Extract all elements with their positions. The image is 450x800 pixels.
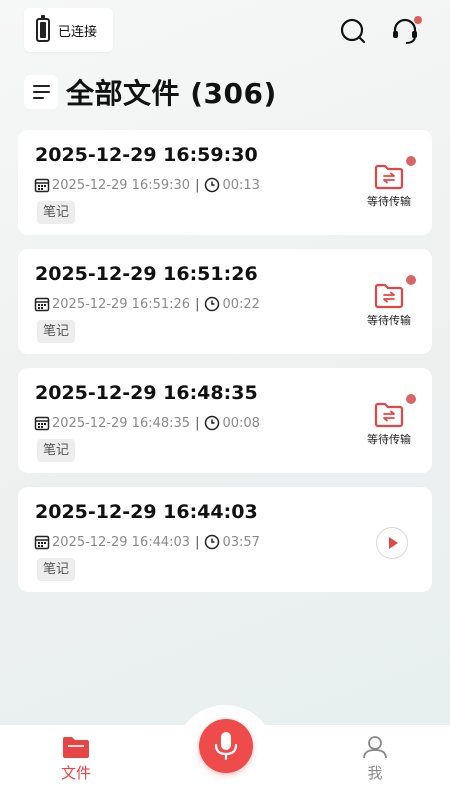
microphone-icon [214, 732, 238, 761]
folder-transfer-icon [374, 164, 404, 190]
file-tag[interactable]: 笔记 [37, 320, 76, 343]
nav-me-label: 我 [367, 764, 383, 782]
file-title: 2025-12-29 16:51:26 [35, 263, 258, 285]
page-header: 全部文件 (306) [24, 72, 277, 112]
file-duration: 00:08 [222, 415, 260, 431]
search-icon [340, 18, 366, 44]
transfer-status-label: 等待传输 [367, 195, 411, 208]
transfer-status-label: 等待传输 [367, 314, 411, 327]
user-icon [363, 736, 387, 759]
meta-separator: | [195, 534, 200, 550]
file-card[interactable]: 2025-12-29 16:51:26 2025-12-29 16:51:26 … [18, 249, 432, 354]
clock-icon [205, 177, 220, 193]
folder-icon [63, 737, 89, 758]
clock-icon [205, 534, 220, 550]
file-title: 2025-12-29 16:59:30 [35, 144, 258, 166]
clock-icon [205, 296, 220, 312]
transfer-status[interactable]: 等待传输 [360, 402, 418, 447]
nav-tab-me[interactable]: 我 [345, 735, 405, 783]
file-date: 2025-12-29 16:59:30 [52, 177, 191, 193]
file-date: 2025-12-29 16:48:35 [52, 415, 191, 431]
calendar-icon [34, 178, 50, 193]
menu-button[interactable] [24, 75, 58, 109]
folder-transfer-icon [374, 283, 404, 309]
file-meta: 2025-12-29 16:48:35 | 00:08 [34, 415, 260, 431]
connection-status-label: 已连接 [58, 24, 98, 40]
nav-tab-files[interactable]: 文件 [46, 735, 106, 783]
play-button[interactable] [376, 527, 408, 559]
calendar-icon [34, 416, 50, 431]
file-duration: 00:13 [222, 177, 260, 193]
customer-service-button[interactable] [390, 16, 422, 46]
meta-separator: | [195, 296, 200, 312]
file-tag[interactable]: 笔记 [37, 201, 76, 224]
search-button[interactable] [338, 16, 368, 46]
file-card[interactable]: 2025-12-29 16:48:35 2025-12-29 16:48:35 … [18, 368, 432, 473]
file-date: 2025-12-29 16:51:26 [52, 296, 191, 312]
page-title: 全部文件 (306) [66, 77, 277, 110]
file-card[interactable]: 2025-12-29 16:44:03 2025-12-29 16:44:03 … [18, 487, 432, 592]
file-title: 2025-12-29 16:44:03 [35, 501, 258, 523]
file-date: 2025-12-29 16:44:03 [52, 534, 191, 550]
file-duration: 03:57 [222, 534, 260, 550]
device-connection-badge[interactable]: 已连接 [24, 8, 113, 52]
folder-transfer-icon [374, 402, 404, 428]
play-icon [389, 537, 398, 549]
file-tag[interactable]: 笔记 [37, 558, 76, 581]
transfer-status-label: 等待传输 [367, 433, 411, 446]
clock-icon [205, 415, 220, 431]
transfer-status[interactable]: 等待传输 [360, 283, 418, 328]
file-duration: 00:22 [222, 296, 260, 312]
battery-icon [36, 15, 50, 42]
record-button[interactable] [199, 719, 253, 773]
file-meta: 2025-12-29 16:51:26 | 00:22 [34, 296, 260, 312]
meta-separator: | [195, 177, 200, 193]
file-card[interactable]: 2025-12-29 16:59:30 2025-12-29 16:59:30 … [18, 130, 432, 235]
file-meta: 2025-12-29 16:44:03 | 03:57 [34, 534, 260, 550]
file-list: 2025-12-29 16:59:30 2025-12-29 16:59:30 … [18, 130, 432, 606]
top-bar: 已连接 [24, 8, 430, 52]
transfer-status[interactable]: 等待传输 [360, 164, 418, 209]
file-tag[interactable]: 笔记 [37, 439, 76, 462]
notification-dot [414, 16, 422, 24]
file-title: 2025-12-29 16:48:35 [35, 382, 258, 404]
file-meta: 2025-12-29 16:59:30 | 00:13 [34, 177, 260, 193]
nav-files-label: 文件 [60, 764, 91, 782]
calendar-icon [34, 535, 50, 550]
calendar-icon [34, 297, 50, 312]
meta-separator: | [195, 415, 200, 431]
